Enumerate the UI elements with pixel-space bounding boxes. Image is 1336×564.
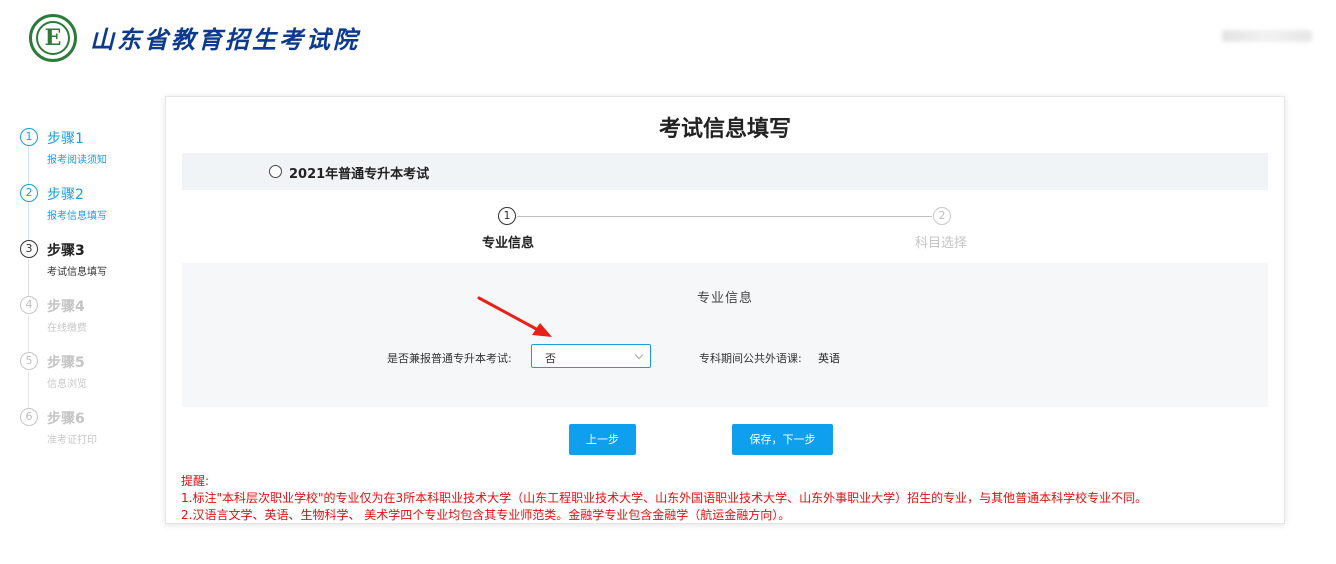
site-logo[interactable]: E (29, 14, 77, 62)
prev-step-button[interactable]: 上一步 (569, 424, 636, 455)
sidebar-step-3[interactable]: 3 步骤3 考试信息填写 (18, 240, 148, 296)
step-number-circle: 2 (20, 184, 38, 202)
substep-1-label: 专业信息 (482, 236, 535, 251)
step-subtitle: 准考证打印 (47, 435, 97, 446)
step-connector (28, 147, 29, 184)
step-subtitle: 报考阅读须知 (47, 155, 107, 166)
step-connector (28, 203, 29, 240)
concurrent-exam-label: 是否兼报普通专升本考试: (387, 352, 512, 365)
foreign-language-value: 英语 (818, 352, 840, 365)
page-title: 考试信息填写 (658, 117, 791, 142)
sidebar-step-6: 6 步骤6 准考证打印 (18, 408, 148, 464)
step-number-circle: 5 (20, 352, 38, 370)
site-title: 山东省教育招生考试院 (90, 25, 360, 54)
step-connector (28, 259, 29, 296)
sidebar-step-1[interactable]: 1 步骤1 报考阅读须知 (18, 128, 148, 184)
substep-2-circle: 2 (933, 207, 951, 225)
sidebar-step-2[interactable]: 2 步骤2 报考信息填写 (18, 184, 148, 240)
sidebar-step-4: 4 步骤4 在线缴费 (18, 296, 148, 352)
step-title: 步骤5 (47, 355, 85, 371)
step-number-circle: 1 (20, 128, 38, 146)
exam-info-card: 考试信息填写 2021年普通专升本考试 1 2 专业信息 科目选择 专业信息 是… (165, 96, 1285, 524)
exam-option-radio[interactable] (269, 165, 282, 178)
exam-option-bar: 2021年普通专升本考试 (182, 153, 1268, 190)
concurrent-exam-select[interactable]: 否 (531, 344, 651, 368)
step-title: 步骤6 (47, 411, 85, 427)
step-number-circle: 3 (20, 240, 38, 258)
substep-1-circle: 1 (498, 207, 516, 225)
reminder-notice: 提醒: 1.标注"本科层次职业学校"的专业仅为在3所本科职业技术大学（山东工程职… (181, 473, 1271, 524)
major-info-panel: 专业信息 是否兼报普通专升本考试: 否 专科期间公共外语课: 英语 (182, 263, 1268, 407)
red-arrow-annotation-icon (477, 296, 552, 337)
user-info-blurred (1222, 30, 1312, 42)
logo-emblem-icon: E (36, 21, 70, 55)
chevron-down-icon (634, 350, 644, 360)
step-title: 步骤3 (47, 243, 85, 259)
step-connector (28, 371, 29, 408)
header: E 山东省教育招生考试院 (0, 0, 1336, 80)
step-connector (28, 315, 29, 352)
step-title: 步骤2 (47, 187, 84, 203)
foreign-language-label: 专科期间公共外语课: (699, 352, 802, 365)
step-number-circle: 6 (20, 408, 38, 426)
step-subtitle: 在线缴费 (47, 323, 87, 334)
reminder-line-1: 1.标注"本科层次职业学校"的专业仅为在3所本科职业技术大学（山东工程职业技术大… (181, 491, 1148, 505)
step-subtitle: 信息浏览 (47, 379, 87, 390)
reminder-heading: 提醒: (181, 474, 210, 488)
step-title: 步骤4 (47, 299, 85, 315)
substep-2-label: 科目选择 (915, 236, 968, 251)
reminder-line-2: 2.汉语言文学、英语、生物科学、 美术学四个专业均包含其专业师范类。金融学专业包… (181, 508, 791, 522)
save-next-button[interactable]: 保存，下一步 (732, 424, 833, 455)
step-number-circle: 4 (20, 296, 38, 314)
step-subtitle: 考试信息填写 (47, 267, 107, 278)
substep-connector (517, 216, 932, 217)
step-title: 步骤1 (47, 131, 84, 147)
concurrent-exam-value: 否 (545, 352, 556, 365)
panel-title: 专业信息 (696, 291, 753, 306)
exam-option-label[interactable]: 2021年普通专升本考试 (289, 163, 429, 182)
step-subtitle: 报考信息填写 (47, 211, 107, 222)
sidebar-step-5: 5 步骤5 信息浏览 (18, 352, 148, 408)
